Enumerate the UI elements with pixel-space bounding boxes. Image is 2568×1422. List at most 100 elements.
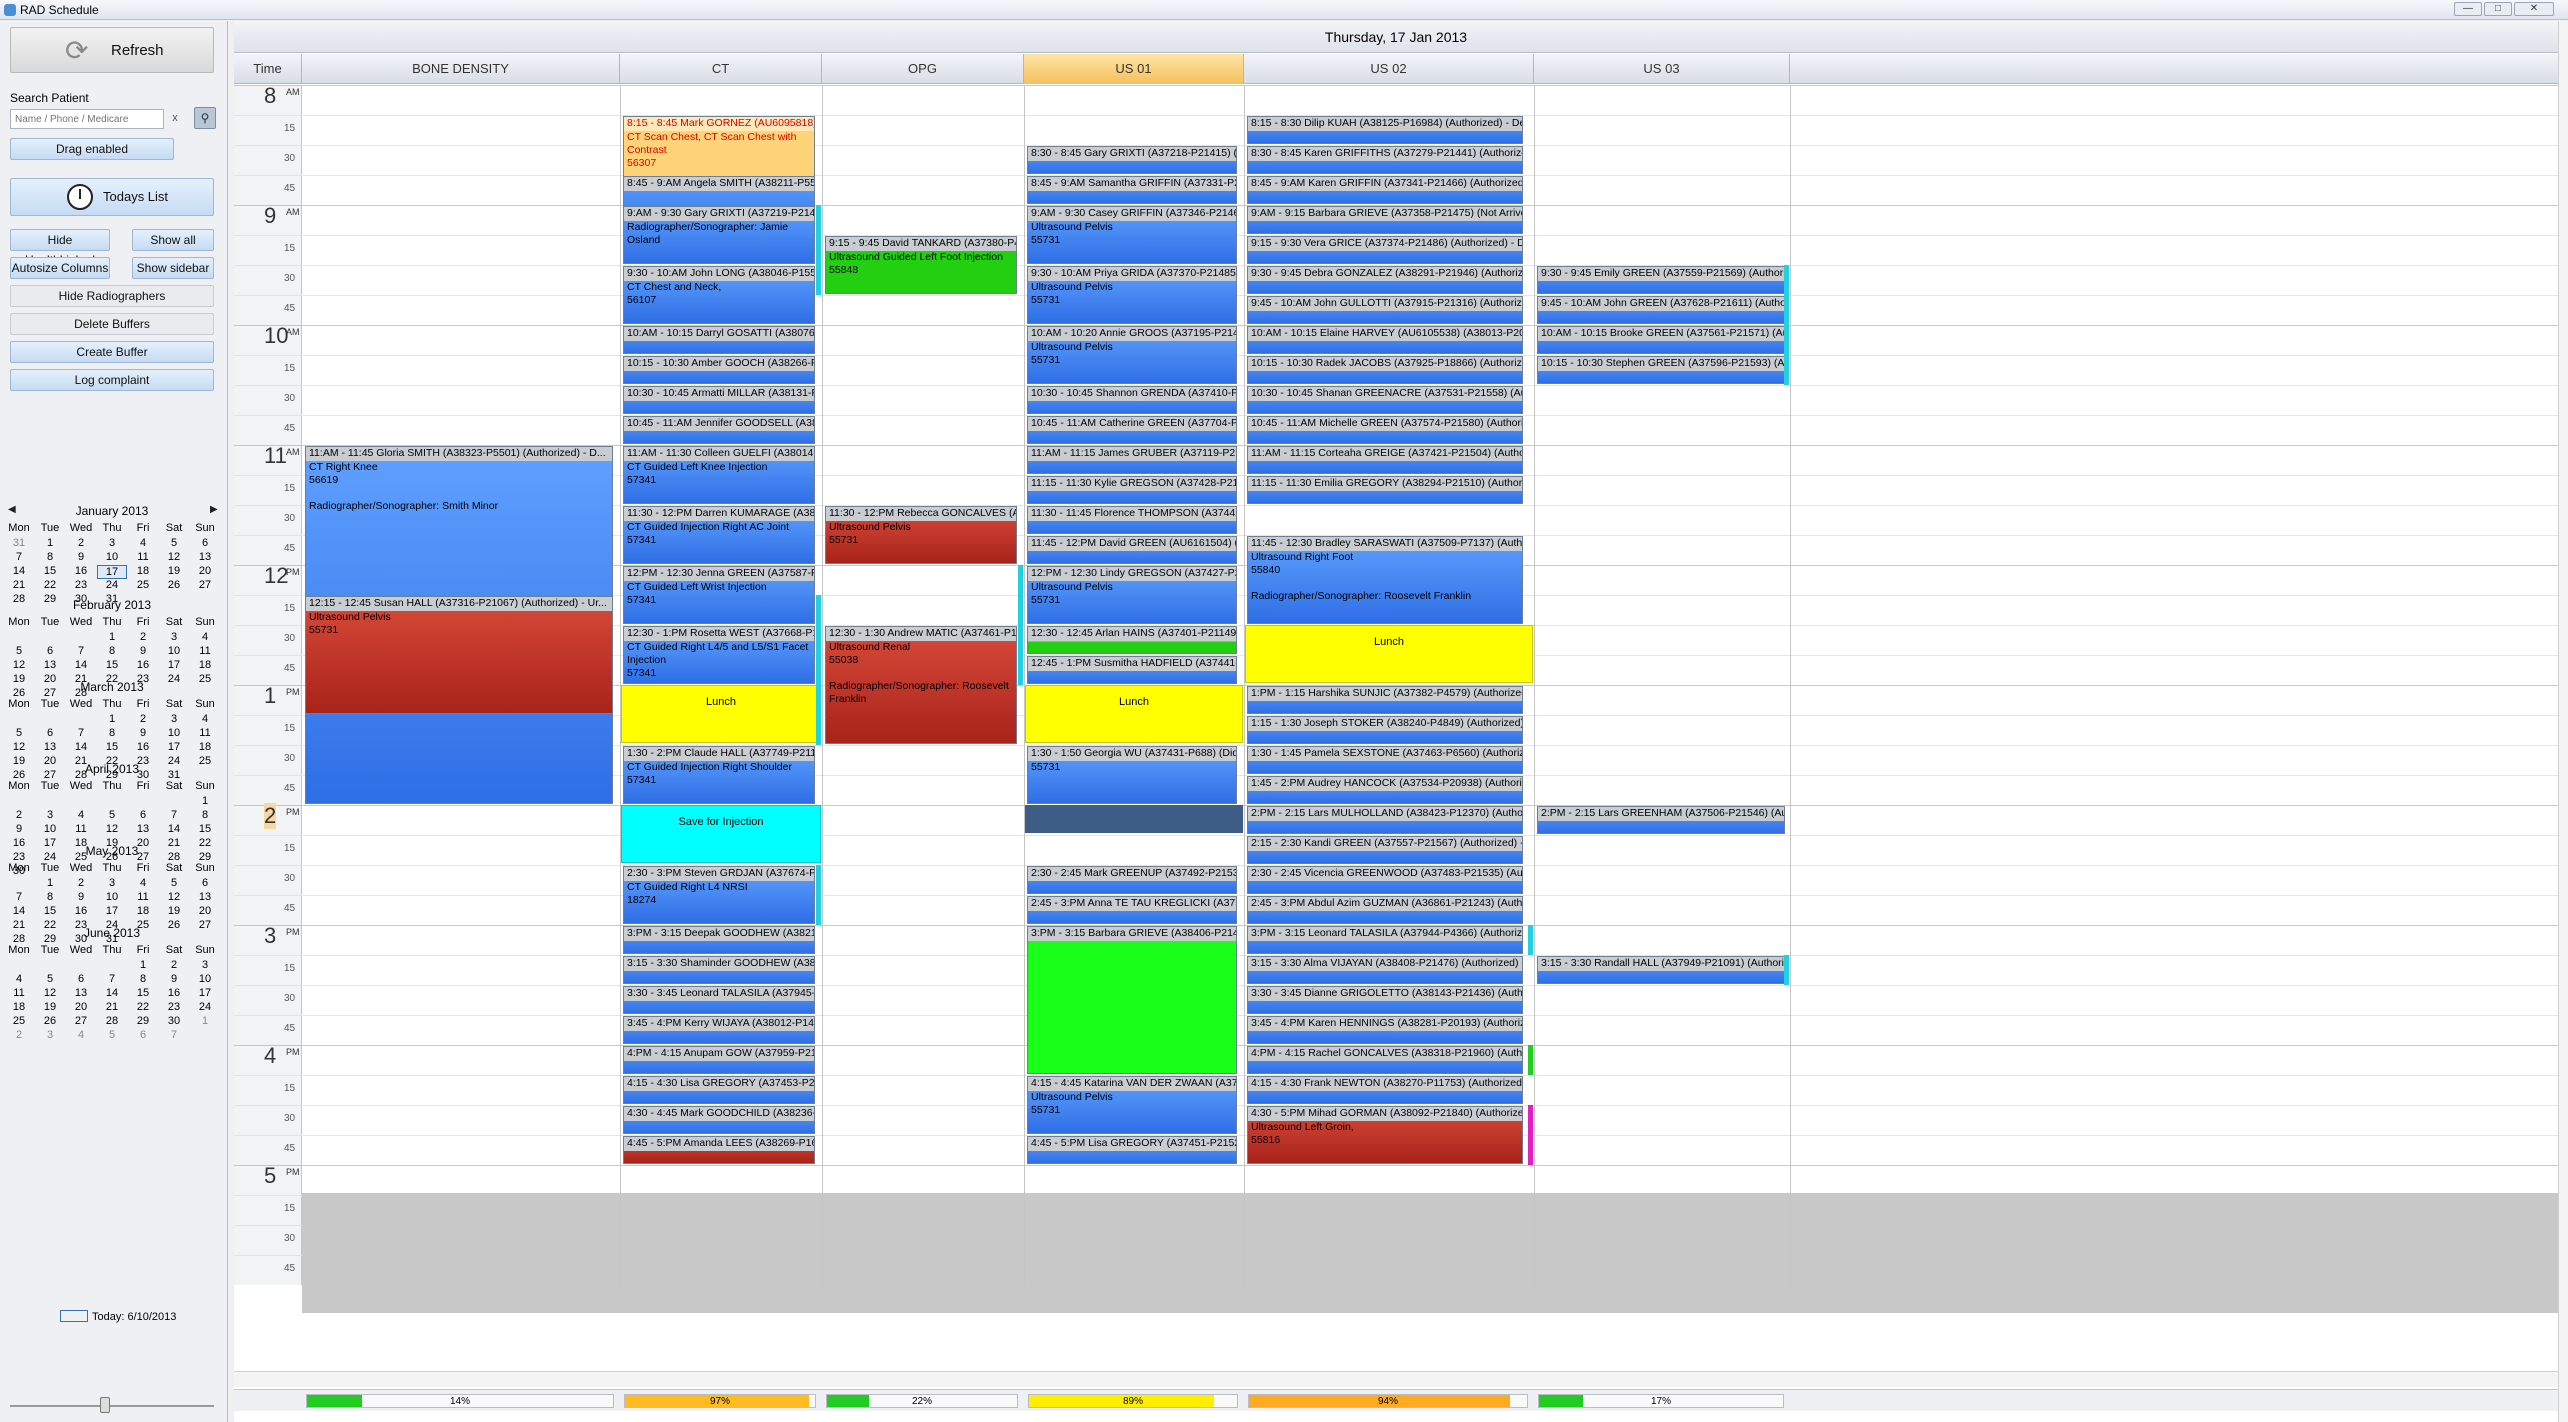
calendar-day[interactable]: 1 (35, 877, 65, 889)
calendar-day[interactable]: 10 (97, 551, 127, 563)
horizontal-scrollbar[interactable] (234, 1371, 2558, 1387)
calendar-day[interactable]: 15 (128, 987, 158, 999)
appointment[interactable]: 9:AM - 9:15 Barbara GRIEVE (A37358-P2147… (1247, 206, 1523, 234)
calendar-day[interactable]: 2 (66, 537, 96, 549)
next-month-icon[interactable]: ▶ (210, 504, 218, 515)
appointment[interactable]: 9:30 - 9:45 Debra GONZALEZ (A38291-P2194… (1247, 266, 1523, 294)
show-all-button[interactable]: Show all (132, 229, 214, 251)
calendar-day[interactable]: 12 (159, 551, 189, 563)
appointment[interactable]: 8:30 - 8:45 Karen GRIFFITHS (A37279-P214… (1247, 146, 1523, 174)
calendar-day[interactable]: 6 (35, 727, 65, 739)
calendar-day[interactable]: 6 (35, 645, 65, 657)
appointment[interactable]: 11:AM - 11:30 Colleen GUELFI (A38014-P21… (623, 446, 815, 504)
appointment[interactable]: 9:30 - 10:AM Priya GRIDA (A37370-P21485)… (1027, 266, 1237, 324)
calendar-day[interactable]: 4 (66, 809, 96, 821)
appointment[interactable]: 4:30 - 4:45 Mark GOODCHILD (A38236-P2191… (623, 1106, 815, 1134)
appointment[interactable]: 3:15 - 3:30 Alma VIJAYAN (A38408-P21476)… (1247, 956, 1523, 984)
appointment[interactable]: 1:PM - 1:15 Harshika SUNJIC (A37382-P457… (1247, 686, 1523, 714)
calendar-day[interactable]: 11 (190, 645, 220, 657)
calendar-day[interactable]: 6 (190, 877, 220, 889)
column-header-ct[interactable]: CT (620, 54, 822, 84)
calendar-day[interactable]: 16 (66, 565, 96, 577)
calendar-day[interactable]: 7 (4, 551, 34, 563)
appointment[interactable]: 4:30 - 5:PM Mihad GORMAN (A38092-P21840)… (1247, 1106, 1523, 1164)
calendar-day[interactable]: 17 (159, 659, 189, 671)
calendar-day[interactable]: 11 (128, 891, 158, 903)
calendar-day[interactable]: 15 (97, 659, 127, 671)
calendar-day[interactable]: 17 (190, 987, 220, 999)
calendar-day[interactable]: 2 (4, 809, 34, 821)
appointment[interactable]: 10:AM - 10:15 Darryl GOSATTI (A38076-P21… (623, 326, 815, 354)
calendar-day[interactable]: 1 (128, 959, 158, 971)
calendar-day[interactable]: 26 (35, 1015, 65, 1027)
hide-radiographers-button[interactable]: Hide Radiographers (10, 285, 214, 307)
calendar-day[interactable]: 8 (97, 645, 127, 657)
calendar-day[interactable]: 18 (190, 659, 220, 671)
calendar-day[interactable]: 9 (128, 645, 158, 657)
calendar-day[interactable]: 13 (66, 987, 96, 999)
delete-buffers-button[interactable]: Delete Buffers (10, 313, 214, 335)
today-link[interactable]: Today: 6/10/2013 (58, 1311, 176, 1323)
calendar-day[interactable]: 2 (4, 1029, 34, 1041)
calendar-day[interactable]: 5 (97, 809, 127, 821)
calendar-day[interactable]: 12 (35, 987, 65, 999)
calendar-day[interactable]: 3 (159, 631, 189, 643)
calendar-day[interactable]: 1 (190, 1015, 220, 1027)
appointment[interactable]: 10:30 - 10:45 Shannon GRENDA (A37410-P21… (1027, 386, 1237, 414)
calendar-day[interactable]: 9 (4, 823, 34, 835)
calendar-day[interactable]: 14 (4, 565, 34, 577)
calendar-day[interactable]: 3 (190, 959, 220, 971)
calendar-day[interactable]: 18 (128, 905, 158, 917)
appointment[interactable]: 10:45 - 11:AM Catherine GREEN (A37704-P2… (1027, 416, 1237, 444)
calendar-day[interactable]: 27 (190, 579, 220, 591)
appointment[interactable]: 9:30 - 10:AM John LONG (A38046-P15589) (… (623, 266, 815, 324)
calendar-day[interactable]: 10 (159, 727, 189, 739)
calendar-day[interactable]: 7 (66, 645, 96, 657)
appointment[interactable]: 9:15 - 9:45 David TANKARD (A37380-P4239)… (825, 236, 1017, 294)
appointment[interactable]: 10:AM - 10:15 Brooke GREEN (A37561-P2157… (1537, 326, 1785, 354)
column-header-us-03[interactable]: US 03 (1534, 54, 1790, 84)
calendar-day[interactable]: 7 (66, 727, 96, 739)
calendar-day[interactable]: 24 (190, 1001, 220, 1013)
calendar-day[interactable]: 19 (35, 1001, 65, 1013)
calendar-day[interactable]: 4 (4, 973, 34, 985)
appointment[interactable]: 3:30 - 3:45 Dianne GRIGOLETTO (A38143-P2… (1247, 986, 1523, 1014)
calendar-day[interactable]: 16 (66, 905, 96, 917)
appointment[interactable]: 9:45 - 10:AM John GREEN (A37628-P21611) … (1537, 296, 1785, 324)
calendar-day[interactable]: 11 (128, 551, 158, 563)
appointment[interactable]: 4:45 - 5:PM Amanda LEES (A38269-P16258) … (623, 1136, 815, 1164)
appointment[interactable]: 3:PM - 3:15 Leonard TALASILA (A37944-P43… (1247, 926, 1523, 954)
appointment[interactable]: 1:45 - 2:PM Audrey HANCOCK (A37534-P2093… (1247, 776, 1523, 804)
block-save-for-injection[interactable]: Save for Injection (621, 805, 821, 863)
appointment[interactable]: 11:45 - 12:30 Bradley SARASWATI (A37509-… (1247, 536, 1523, 624)
appointment[interactable]: 2:45 - 3:PM Abdul Azim GUZMAN (A36861-P2… (1247, 896, 1523, 924)
autosize-columns-button[interactable]: Autosize Columns (10, 257, 110, 279)
calendar-day[interactable]: 31 (4, 537, 34, 549)
calendar-day[interactable]: 11 (66, 823, 96, 835)
appointment[interactable]: 11:30 - 11:45 Florence THOMPSON (A37442-… (1027, 506, 1237, 534)
appointment[interactable]: 1:15 - 1:30 Joseph STOKER (A38240-P4849)… (1247, 716, 1523, 744)
calendar-day[interactable]: 15 (35, 565, 65, 577)
appointment[interactable]: 9:30 - 9:45 Emily GREEN (A37559-P21569) … (1537, 266, 1785, 294)
calendar-day[interactable]: 5 (159, 877, 189, 889)
log-complaint-button[interactable]: Log complaint (10, 369, 214, 391)
zoom-slider-thumb[interactable] (100, 1397, 110, 1413)
calendar-day[interactable]: 5 (4, 645, 34, 657)
calendar-day[interactable]: 8 (97, 727, 127, 739)
calendar-day[interactable]: 1 (97, 713, 127, 725)
calendar-day[interactable]: 14 (66, 659, 96, 671)
create-buffer-button[interactable]: Create Buffer (10, 341, 214, 363)
appointment[interactable]: 12:45 - 1:PM Susmitha HADFIELD (A37441-P… (1027, 656, 1237, 684)
calendar-day[interactable]: 7 (97, 973, 127, 985)
calendar-day[interactable]: 1 (190, 795, 220, 807)
appointment[interactable]: 1:30 - 2:PM Claude HALL (A37749-P21113) … (623, 746, 815, 804)
appointment[interactable]: 10:15 - 10:30 Stephen GREEN (A37596-P215… (1537, 356, 1785, 384)
month-calendar[interactable]: January 2013 ◀ ▶ Mon Tue Wed Thu Fri Sat Sun 31 1 2 3… (0, 504, 224, 1324)
calendar-day[interactable]: 2 (128, 631, 158, 643)
calendar-day[interactable]: 4 (190, 631, 220, 643)
calendar-day[interactable]: 21 (4, 579, 34, 591)
appointment[interactable]: 1:30 - 1:50 Georgia WU (A37431-P688) (Di… (1027, 746, 1237, 804)
calendar-day[interactable]: 4 (66, 1029, 96, 1041)
calendar-day[interactable]: 17 (97, 565, 127, 579)
column-header-bone-density[interactable]: BONE DENSITY (302, 54, 620, 84)
